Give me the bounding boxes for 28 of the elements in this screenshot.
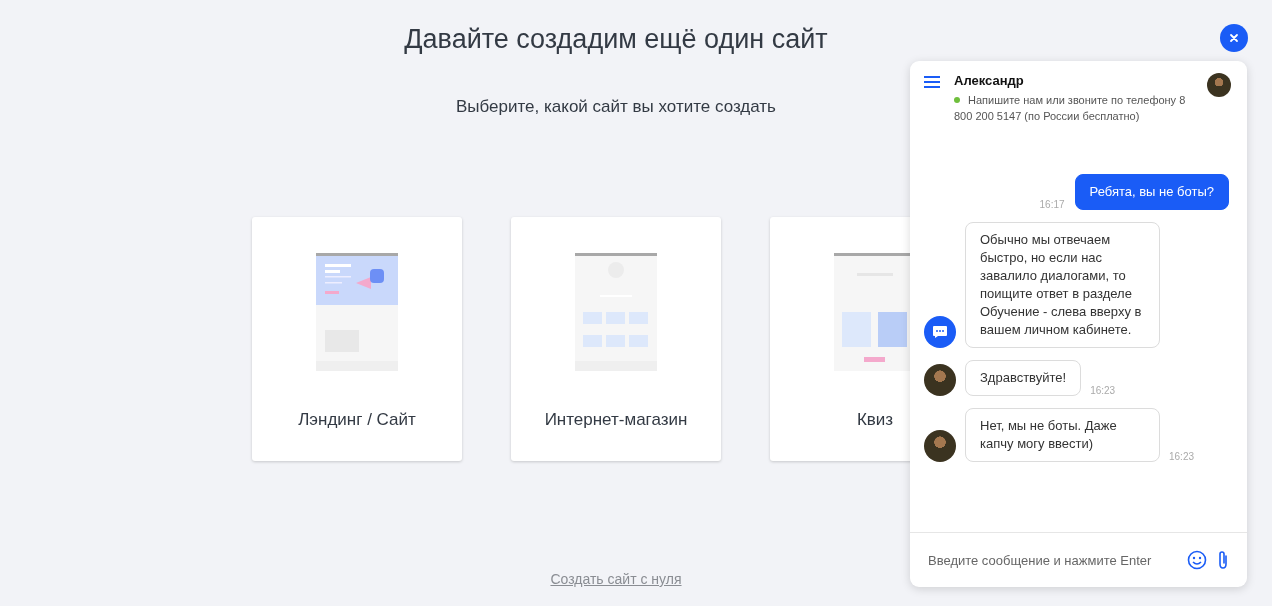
menu-button[interactable] xyxy=(924,73,940,91)
menu-icon xyxy=(924,76,940,88)
message-bubble: Нет, мы не боты. Даже капчу могу ввести) xyxy=(965,408,1160,462)
message-time: 16:23 xyxy=(1090,385,1116,396)
message-time: 16:23 xyxy=(1169,451,1195,462)
page-subtitle: Выберите, какой сайт вы хотите создать xyxy=(456,97,776,117)
message-bubble: Ребята, вы не боты? xyxy=(1074,174,1229,210)
page-title: Давайте создадим ещё один сайт xyxy=(404,24,828,55)
bot-avatar xyxy=(924,316,956,348)
close-button[interactable] xyxy=(1220,24,1248,52)
operator-name: Александр xyxy=(954,73,1025,88)
site-type-card[interactable]: Лэндинг / Сайт xyxy=(252,217,462,461)
paperclip-icon xyxy=(1217,550,1229,570)
emoji-button[interactable] xyxy=(1187,550,1207,570)
chat-status-text: Напишите нам или звоните по телефону 8 800 200 5147 (по России бесплатно) xyxy=(954,94,1186,122)
card-label: Квиз xyxy=(856,410,894,430)
site-type-card[interactable]: Интернет-магазин xyxy=(511,217,721,461)
smiley-icon xyxy=(1187,550,1207,570)
attach-button[interactable] xyxy=(1217,550,1229,570)
card-label: Интернет-магазин xyxy=(544,410,688,430)
message-bubble: Обычно мы отвечаем быстро, но если нас завалило диалогами, то поищите ответ в разделе Обучение - слева вверху в вашем личном кабинете. xyxy=(965,222,1160,348)
message-time: 16:17 xyxy=(1039,199,1065,210)
card-label: Лэндинг / Сайт xyxy=(298,410,416,430)
message-bubble: Здравствуйте! xyxy=(965,360,1082,396)
operator-avatar xyxy=(924,430,956,462)
operator-avatar xyxy=(924,364,956,396)
operator-avatar xyxy=(1207,73,1231,97)
close-icon xyxy=(1229,33,1239,43)
